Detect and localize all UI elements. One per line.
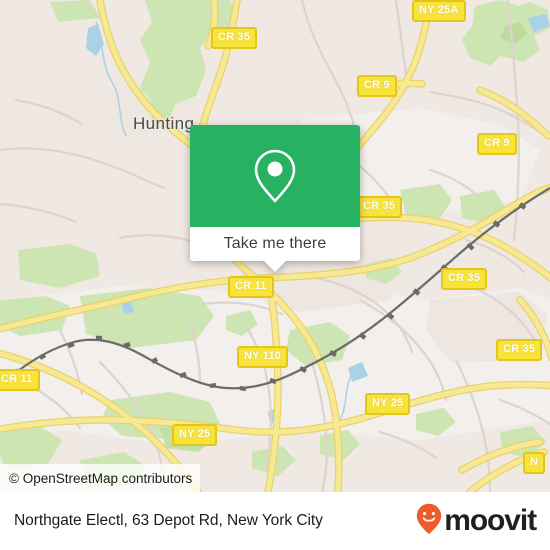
road-shield-cr-35[interactable]: CR 35 — [211, 27, 258, 49]
popup-header — [190, 125, 360, 227]
road-shield-cr-11[interactable]: CR 11 — [228, 276, 274, 298]
popup-tail — [264, 261, 286, 272]
road-shield-ny-25[interactable]: NY 25 — [172, 424, 218, 446]
map-pin-icon — [253, 148, 297, 204]
map-page: Hunting NY 25A CR 35 CR 9 CR 9 CR 35 CR … — [0, 0, 550, 550]
road-shield-ny-25[interactable]: NY 25 — [365, 393, 411, 415]
road-shield-cr-11[interactable]: CR 11 — [0, 369, 40, 391]
moovit-wordmark: moovit — [444, 504, 537, 537]
location-popup[interactable]: Take me there — [190, 125, 360, 272]
map-attribution: © OpenStreetMap contributors — [0, 464, 201, 492]
road-shield-cr-9[interactable]: CR 9 — [357, 75, 397, 97]
road-shield-ny-partial[interactable]: N — [523, 452, 546, 474]
road-shield-ny-25a[interactable]: NY 25A — [412, 0, 466, 22]
moovit-logo[interactable]: moovit — [416, 503, 537, 540]
attribution-text[interactable]: © OpenStreetMap contributors — [9, 471, 192, 486]
place-label-huntington: Hunting — [133, 114, 195, 133]
road-shield-cr-35[interactable]: CR 35 — [356, 196, 403, 218]
moovit-pin-smiley-icon — [416, 503, 442, 540]
road-shield-ny-110[interactable]: NY 110 — [237, 346, 289, 368]
road-shield-cr-35[interactable]: CR 35 — [441, 268, 488, 290]
map-canvas[interactable]: Hunting NY 25A CR 35 CR 9 CR 9 CR 35 CR … — [0, 0, 550, 492]
location-title: Northgate Electl, 63 Depot Rd, New York … — [14, 512, 323, 529]
popup-action-bar[interactable]: Take me there — [190, 227, 360, 272]
road-shield-cr-9[interactable]: CR 9 — [477, 133, 517, 155]
footer-bar: Northgate Electl, 63 Depot Rd, New York … — [0, 492, 550, 550]
take-me-there-label: Take me there — [223, 235, 327, 252]
road-shield-cr-35[interactable]: CR 35 — [496, 339, 543, 361]
